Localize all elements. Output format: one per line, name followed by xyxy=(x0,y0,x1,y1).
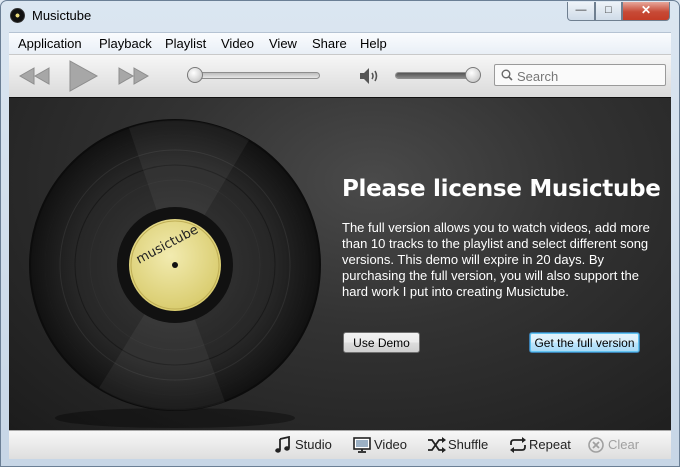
app-logo-icon xyxy=(10,8,25,23)
clear-label: Clear xyxy=(608,437,640,452)
title-bar[interactable]: Musictube — □ ✕ xyxy=(1,1,679,31)
studio-button[interactable]: Studio xyxy=(274,436,336,454)
repeat-icon xyxy=(510,437,526,453)
menu-video[interactable]: Video xyxy=(221,36,254,51)
seek-slider-knob[interactable] xyxy=(187,67,203,83)
bottom-toolbar: Studio Video Shuffle Repeat Clear xyxy=(9,430,671,459)
close-button[interactable]: ✕ xyxy=(622,2,670,21)
rewind-icon[interactable] xyxy=(19,66,51,86)
get-full-version-button[interactable]: Get the full version xyxy=(529,332,640,353)
monitor-icon xyxy=(353,437,371,453)
studio-label: Studio xyxy=(295,437,332,452)
clear-icon xyxy=(588,437,604,453)
menu-playlist[interactable]: Playlist xyxy=(165,36,206,51)
shuffle-label: Shuffle xyxy=(448,437,489,452)
fast-forward-icon[interactable] xyxy=(117,66,149,86)
minimize-button[interactable]: — xyxy=(567,2,595,21)
search-input[interactable] xyxy=(515,67,665,85)
shuffle-button[interactable]: Shuffle xyxy=(427,436,493,454)
window-title: Musictube xyxy=(32,8,92,23)
app-window: Musictube — □ ✕ Application Playback Pla… xyxy=(0,0,680,467)
menu-application[interactable]: Application xyxy=(18,36,82,51)
video-label: Video xyxy=(374,437,408,452)
use-demo-button[interactable]: Use Demo xyxy=(343,332,420,353)
shuffle-icon xyxy=(428,437,446,453)
license-panel: musictube Please license Musictube The f… xyxy=(9,97,671,431)
vinyl-record-image: musictube xyxy=(29,119,321,428)
repeat-label: Repeat xyxy=(529,437,571,452)
menu-share[interactable]: Share xyxy=(312,36,347,51)
repeat-button[interactable]: Repeat xyxy=(508,436,574,454)
clear-button[interactable]: Clear xyxy=(587,436,645,454)
music-note-icon xyxy=(275,436,290,453)
volume-slider-fill xyxy=(396,73,476,78)
license-description: The full version allows you to watch vid… xyxy=(342,220,650,299)
search-box[interactable] xyxy=(494,64,666,86)
speaker-icon[interactable] xyxy=(359,67,381,85)
maximize-button[interactable]: □ xyxy=(595,2,622,21)
play-icon[interactable] xyxy=(67,59,99,93)
menu-playback[interactable]: Playback xyxy=(99,36,152,51)
menu-view[interactable]: View xyxy=(269,36,297,51)
menu-help[interactable]: Help xyxy=(360,36,387,51)
video-button[interactable]: Video xyxy=(353,436,411,454)
playback-toolbar xyxy=(9,54,671,98)
license-headline: Please license Musictube xyxy=(342,176,661,202)
volume-slider-knob[interactable] xyxy=(465,67,481,83)
search-icon xyxy=(501,69,513,81)
seek-slider-track[interactable] xyxy=(187,72,320,79)
menu-bar: Application Playback Playlist Video View… xyxy=(9,32,671,54)
